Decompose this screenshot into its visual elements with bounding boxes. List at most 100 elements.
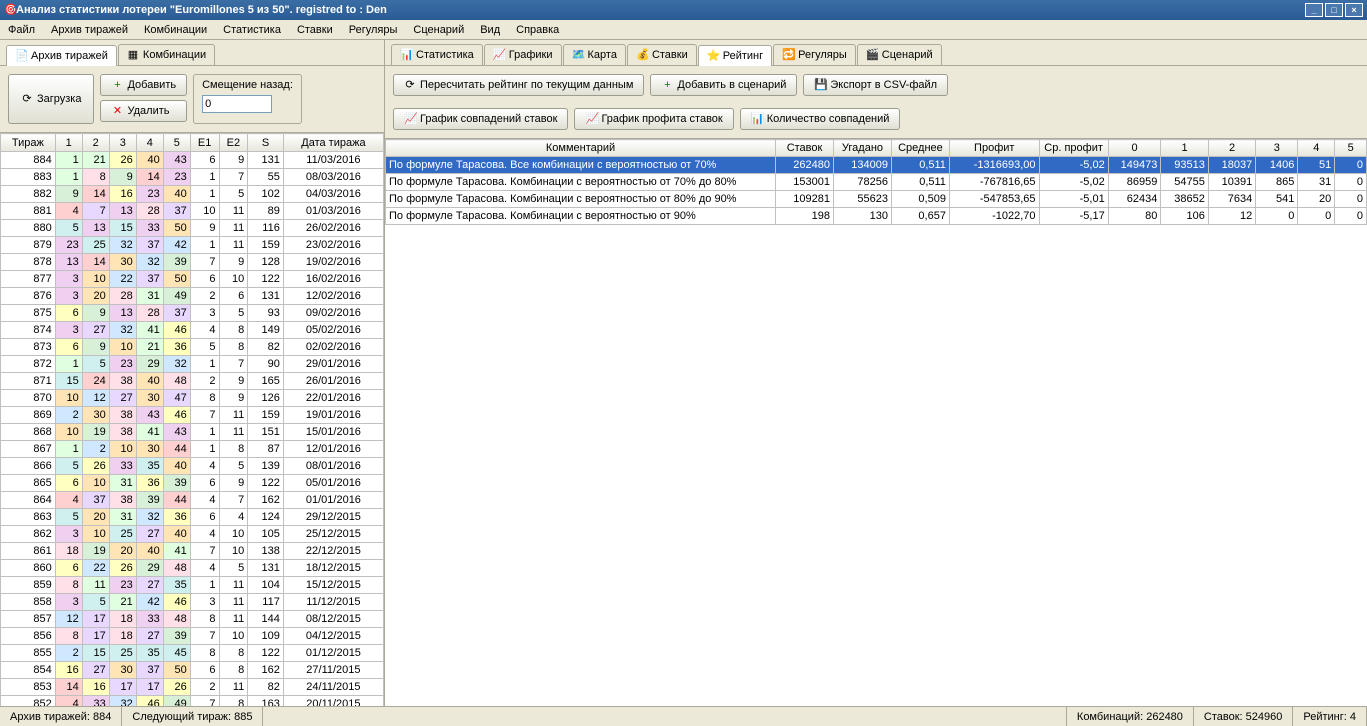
delete-button[interactable]: ✕Удалить bbox=[100, 100, 187, 122]
table-row[interactable]: 87569132837359309/02/2016 bbox=[1, 305, 384, 322]
table-row[interactable]: 87115243840482916526/01/2016 bbox=[1, 373, 384, 390]
menu-Регуляры[interactable]: Регуляры bbox=[345, 22, 402, 38]
col-header[interactable]: E1 bbox=[190, 134, 219, 152]
offset-input[interactable] bbox=[202, 95, 272, 113]
draws-table[interactable]: Тираж12345E1E2SДата тиража88412126404369… bbox=[0, 133, 384, 706]
menu-Ставки[interactable]: Ставки bbox=[293, 22, 337, 38]
recalc-button[interactable]: ⟳Пересчитать рейтинг по текущим данным bbox=[393, 74, 644, 96]
tab-Графики[interactable]: 📈Графики bbox=[484, 44, 562, 65]
col-header[interactable]: Среднее bbox=[891, 140, 949, 157]
close-button[interactable]: × bbox=[1345, 3, 1363, 17]
table-row[interactable]: 8644373839444716201/01/2016 bbox=[1, 492, 384, 509]
col-header[interactable]: 4 bbox=[1298, 140, 1335, 157]
col-header[interactable]: 5 bbox=[163, 134, 190, 152]
table-row[interactable]: 85314161717262118224/11/2015 bbox=[1, 679, 384, 696]
table-row[interactable]: По формуле Тарасова. Комбинации с вероят… bbox=[386, 174, 1367, 191]
col-header[interactable]: 1 bbox=[55, 134, 82, 152]
table-row[interactable]: 87369102136588202/02/2016 bbox=[1, 339, 384, 356]
table-row[interactable]: 8829141623401510204/03/2016 bbox=[1, 186, 384, 203]
maximize-button[interactable]: □ bbox=[1325, 3, 1343, 17]
table-row[interactable]: 87731022375061012216/02/2016 bbox=[1, 271, 384, 288]
col-header[interactable]: 5 bbox=[1335, 140, 1367, 157]
count-matches-button[interactable]: 📊Количество совпадений bbox=[740, 108, 901, 130]
table-row[interactable]: 8635203132366412429/12/2015 bbox=[1, 509, 384, 526]
col-header[interactable]: S bbox=[248, 134, 284, 152]
title-bar: 🎯 Анализ статистики лотереи "Euromillone… bbox=[0, 0, 1367, 20]
table-row[interactable]: 85981123273511110415/12/2015 bbox=[1, 577, 384, 594]
table-row[interactable]: 8743273241464814905/02/2016 bbox=[1, 322, 384, 339]
table-row[interactable]: 8814713283710118901/03/2016 bbox=[1, 203, 384, 220]
tab-Сценарий[interactable]: 🎬Сценарий bbox=[857, 44, 942, 65]
export-button[interactable]: 💾Экспорт в CSV-файл bbox=[803, 74, 948, 96]
tab-Регуляры[interactable]: 🔁Регуляры bbox=[773, 44, 856, 65]
col-header[interactable]: 2 bbox=[82, 134, 109, 152]
table-row[interactable]: 8665263335404513908/01/2016 bbox=[1, 458, 384, 475]
table-row[interactable]: 8606222629484513118/12/2015 bbox=[1, 560, 384, 577]
table-row[interactable]: 8552152535458812201/12/2015 bbox=[1, 645, 384, 662]
status-comb: Комбинаций: 262480 bbox=[1067, 707, 1194, 726]
col-header[interactable]: 0 bbox=[1108, 140, 1161, 157]
table-row[interactable]: 879232532374211115923/02/2016 bbox=[1, 237, 384, 254]
tab-icon: 📊 bbox=[400, 49, 412, 61]
col-header[interactable]: Дата тиража bbox=[283, 134, 383, 152]
col-header[interactable]: Ср. профит bbox=[1039, 140, 1108, 157]
table-row[interactable]: 8831891423175508/03/2016 bbox=[1, 169, 384, 186]
table-row[interactable]: 8524333246497816320/11/2015 bbox=[1, 696, 384, 707]
table-row[interactable]: По формуле Тарасова. Комбинации с вероят… bbox=[386, 191, 1367, 208]
right-panel: 📊Статистика📈Графики🗺️Карта💰Ставки⭐Рейтин… bbox=[385, 40, 1367, 706]
table-row[interactable]: 8841212640436913111/03/2016 bbox=[1, 152, 384, 169]
col-header[interactable]: 3 bbox=[109, 134, 136, 152]
col-header[interactable]: Угадано bbox=[834, 140, 892, 157]
col-header[interactable]: Тираж bbox=[1, 134, 56, 152]
col-header[interactable]: E2 bbox=[219, 134, 248, 152]
table-row[interactable]: 8656103136396912205/01/2016 bbox=[1, 475, 384, 492]
table-row[interactable]: 87813143032397912819/02/2016 bbox=[1, 254, 384, 271]
col-header[interactable]: 1 bbox=[1161, 140, 1208, 157]
archive-icon: 📄 bbox=[15, 50, 27, 62]
col-header[interactable]: 3 bbox=[1256, 140, 1298, 157]
graph-matches-button[interactable]: 📈График совпадений ставок bbox=[393, 108, 568, 130]
table-row[interactable]: 88051315335091111626/02/2016 bbox=[1, 220, 384, 237]
table-row[interactable]: 8763202831492613112/02/2016 bbox=[1, 288, 384, 305]
table-row[interactable]: 87215232932179029/01/2016 bbox=[1, 356, 384, 373]
tab-Рейтинг[interactable]: ⭐Рейтинг bbox=[698, 45, 772, 66]
tab-archive[interactable]: 📄Архив тиражей bbox=[6, 45, 117, 66]
menu-Справка[interactable]: Справка bbox=[512, 22, 563, 38]
table-row[interactable]: 86712103044188712/01/2016 bbox=[1, 441, 384, 458]
table-row[interactable]: 861181920404171013822/12/2015 bbox=[1, 543, 384, 560]
menu-Файл[interactable]: Файл bbox=[4, 22, 39, 38]
load-button[interactable]: ⟳Загрузка bbox=[8, 74, 94, 124]
table-row[interactable]: 86923038434671115919/01/2016 bbox=[1, 407, 384, 424]
tab-Карта[interactable]: 🗺️Карта bbox=[563, 44, 626, 65]
menu-Вид[interactable]: Вид bbox=[476, 22, 504, 38]
table-row[interactable]: 86231025274041010525/12/2015 bbox=[1, 526, 384, 543]
col-header[interactable]: Ставок bbox=[776, 140, 834, 157]
graph-profit-button[interactable]: 📈График профита ставок bbox=[574, 108, 733, 130]
col-header[interactable]: Профит bbox=[949, 140, 1039, 157]
add-scenario-button[interactable]: +Добавить в сценарий bbox=[650, 74, 797, 96]
rating-table[interactable]: КомментарийСтавокУгаданоСреднееПрофитСр.… bbox=[385, 139, 1367, 706]
add-button[interactable]: +Добавить bbox=[100, 74, 187, 96]
menu-Статистика[interactable]: Статистика bbox=[219, 22, 285, 38]
tab-icon: 🔁 bbox=[782, 49, 794, 61]
menu-Архив тиражей[interactable]: Архив тиражей bbox=[47, 22, 132, 38]
minimize-button[interactable]: _ bbox=[1305, 3, 1323, 17]
table-row[interactable]: По формуле Тарасова. Комбинации с вероят… bbox=[386, 208, 1367, 225]
refresh-icon: ⟳ bbox=[404, 79, 416, 91]
tab-Статистика[interactable]: 📊Статистика bbox=[391, 44, 483, 65]
table-row[interactable]: 857121718334881114408/12/2015 bbox=[1, 611, 384, 628]
table-row[interactable]: По формуле Тарасова. Все комбинации с ве… bbox=[386, 157, 1367, 174]
table-row[interactable]: 8583521424631111711/12/2015 bbox=[1, 594, 384, 611]
tab-combinations[interactable]: ▦Комбинации bbox=[118, 44, 215, 65]
tab-icon: 📈 bbox=[493, 49, 505, 61]
table-row[interactable]: 85681718273971010904/12/2015 bbox=[1, 628, 384, 645]
col-header[interactable]: 2 bbox=[1208, 140, 1255, 157]
table-row[interactable]: 868101938414311115115/01/2016 bbox=[1, 424, 384, 441]
tab-Ставки[interactable]: 💰Ставки bbox=[627, 44, 697, 65]
table-row[interactable]: 87010122730478912622/01/2016 bbox=[1, 390, 384, 407]
menu-Комбинации[interactable]: Комбинации bbox=[140, 22, 211, 38]
menu-Сценарий[interactable]: Сценарий bbox=[409, 22, 468, 38]
col-header[interactable]: 4 bbox=[136, 134, 163, 152]
col-header[interactable]: Комментарий bbox=[386, 140, 776, 157]
table-row[interactable]: 85416273037506816227/11/2015 bbox=[1, 662, 384, 679]
